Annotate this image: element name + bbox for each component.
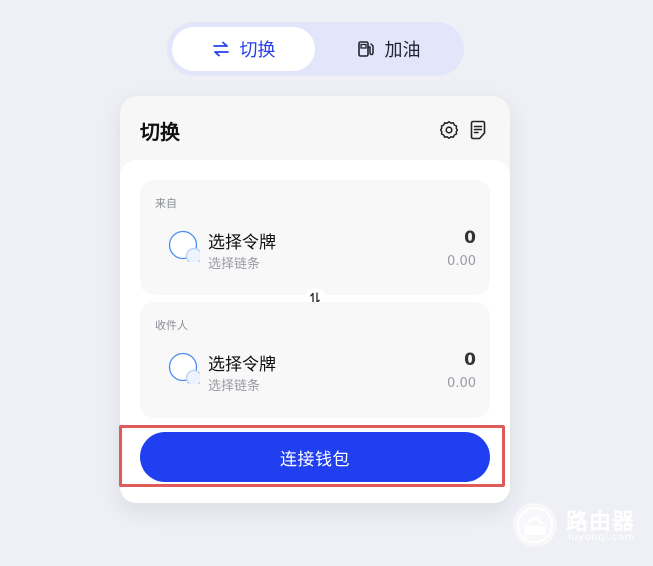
from-token-selector[interactable]: 选择令牌 选择链条 0 0.00 xyxy=(168,228,478,272)
to-panel: 收件人 选择令牌 选择链条 0 0.00 xyxy=(140,302,490,418)
from-token-name: 选择令牌 xyxy=(208,233,276,253)
tab-swap[interactable]: 切换 xyxy=(172,27,315,71)
settings-button[interactable] xyxy=(439,120,459,140)
history-button[interactable] xyxy=(468,120,488,140)
connect-wallet-button[interactable]: 连接钱包 xyxy=(140,432,490,482)
card-title: 切换 xyxy=(140,120,180,144)
from-label: 来自 xyxy=(155,197,177,210)
tab-refuel[interactable]: 加油 xyxy=(317,27,460,71)
router-logo-icon xyxy=(512,502,558,548)
token-placeholder-icon xyxy=(168,352,203,387)
tab-refuel-label: 加油 xyxy=(384,40,421,61)
to-token-selector[interactable]: 选择令牌 选择链条 0 0.00 xyxy=(168,350,478,394)
document-list-icon xyxy=(468,120,488,144)
from-amount-value: 0.00 xyxy=(447,254,476,269)
to-token-name: 选择令牌 xyxy=(208,355,276,375)
swap-arrows-icon xyxy=(212,41,230,57)
from-chain-name: 选择链条 xyxy=(208,257,261,272)
to-amount: 0 xyxy=(464,350,476,370)
watermark: 路由器 luyouqi.com xyxy=(512,502,652,550)
fuel-pump-icon xyxy=(357,40,375,58)
mode-tab-switcher: 切换 加油 xyxy=(167,22,464,76)
tab-swap-label: 切换 xyxy=(239,40,276,61)
gear-icon xyxy=(439,121,459,144)
from-panel: 来自 选择令牌 选择链条 0 0.00 xyxy=(140,180,490,295)
watermark-url: luyouqi.com xyxy=(568,532,635,543)
token-placeholder-icon xyxy=(168,230,203,265)
to-label: 收件人 xyxy=(155,319,188,332)
to-chain-name: 选择链条 xyxy=(208,379,261,394)
from-amount: 0 xyxy=(464,228,476,248)
to-amount-value: 0.00 xyxy=(447,376,476,391)
